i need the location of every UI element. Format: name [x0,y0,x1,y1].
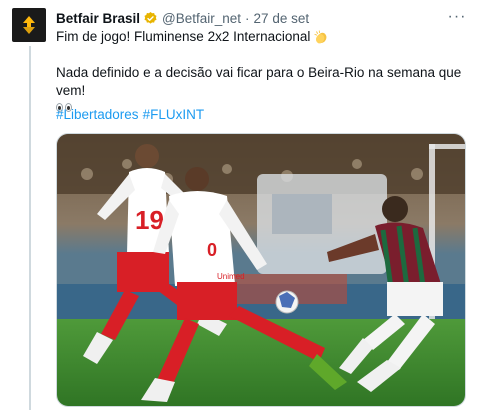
tweet-header: Betfair Brasil @Betfair_net · 27 de set … [56,7,467,27]
avatar[interactable] [12,8,46,42]
hashtag-link[interactable]: #FLUxINT [143,107,205,122]
handle[interactable]: @Betfair_net [162,11,241,26]
verified-badge-icon [144,11,157,24]
hashtags: #Libertadores #FLUxINT [56,107,208,122]
tweet-line-2: Nada definido e a decisão vai ficar para… [56,65,462,98]
separator-dot: · [245,10,250,26]
shirt-number-0: 0 [207,240,217,260]
hashtag-link[interactable]: #Libertadores [56,107,139,122]
tweet-line-1: Fim de jogo! Fluminense 2x2 Internaciona… [56,29,311,44]
tweet-photo[interactable]: 19 0 Unimed [56,133,466,407]
more-options-icon[interactable]: ··· [447,7,467,27]
tweet-date[interactable]: 27 de set [254,11,310,26]
match-photo: 19 0 Unimed [57,134,465,406]
thread-line [29,46,31,410]
display-name[interactable]: Betfair Brasil [56,11,140,26]
soccer-ball [275,290,299,314]
betfair-logo-icon [23,16,35,34]
tweet-text: Fim de jogo! Fluminense 2x2 Internaciona… [56,28,466,114]
shirt-sponsor: Unimed [217,272,245,281]
clapping-hands-emoji-icon [314,30,327,44]
shirt-number-19: 19 [135,205,164,235]
